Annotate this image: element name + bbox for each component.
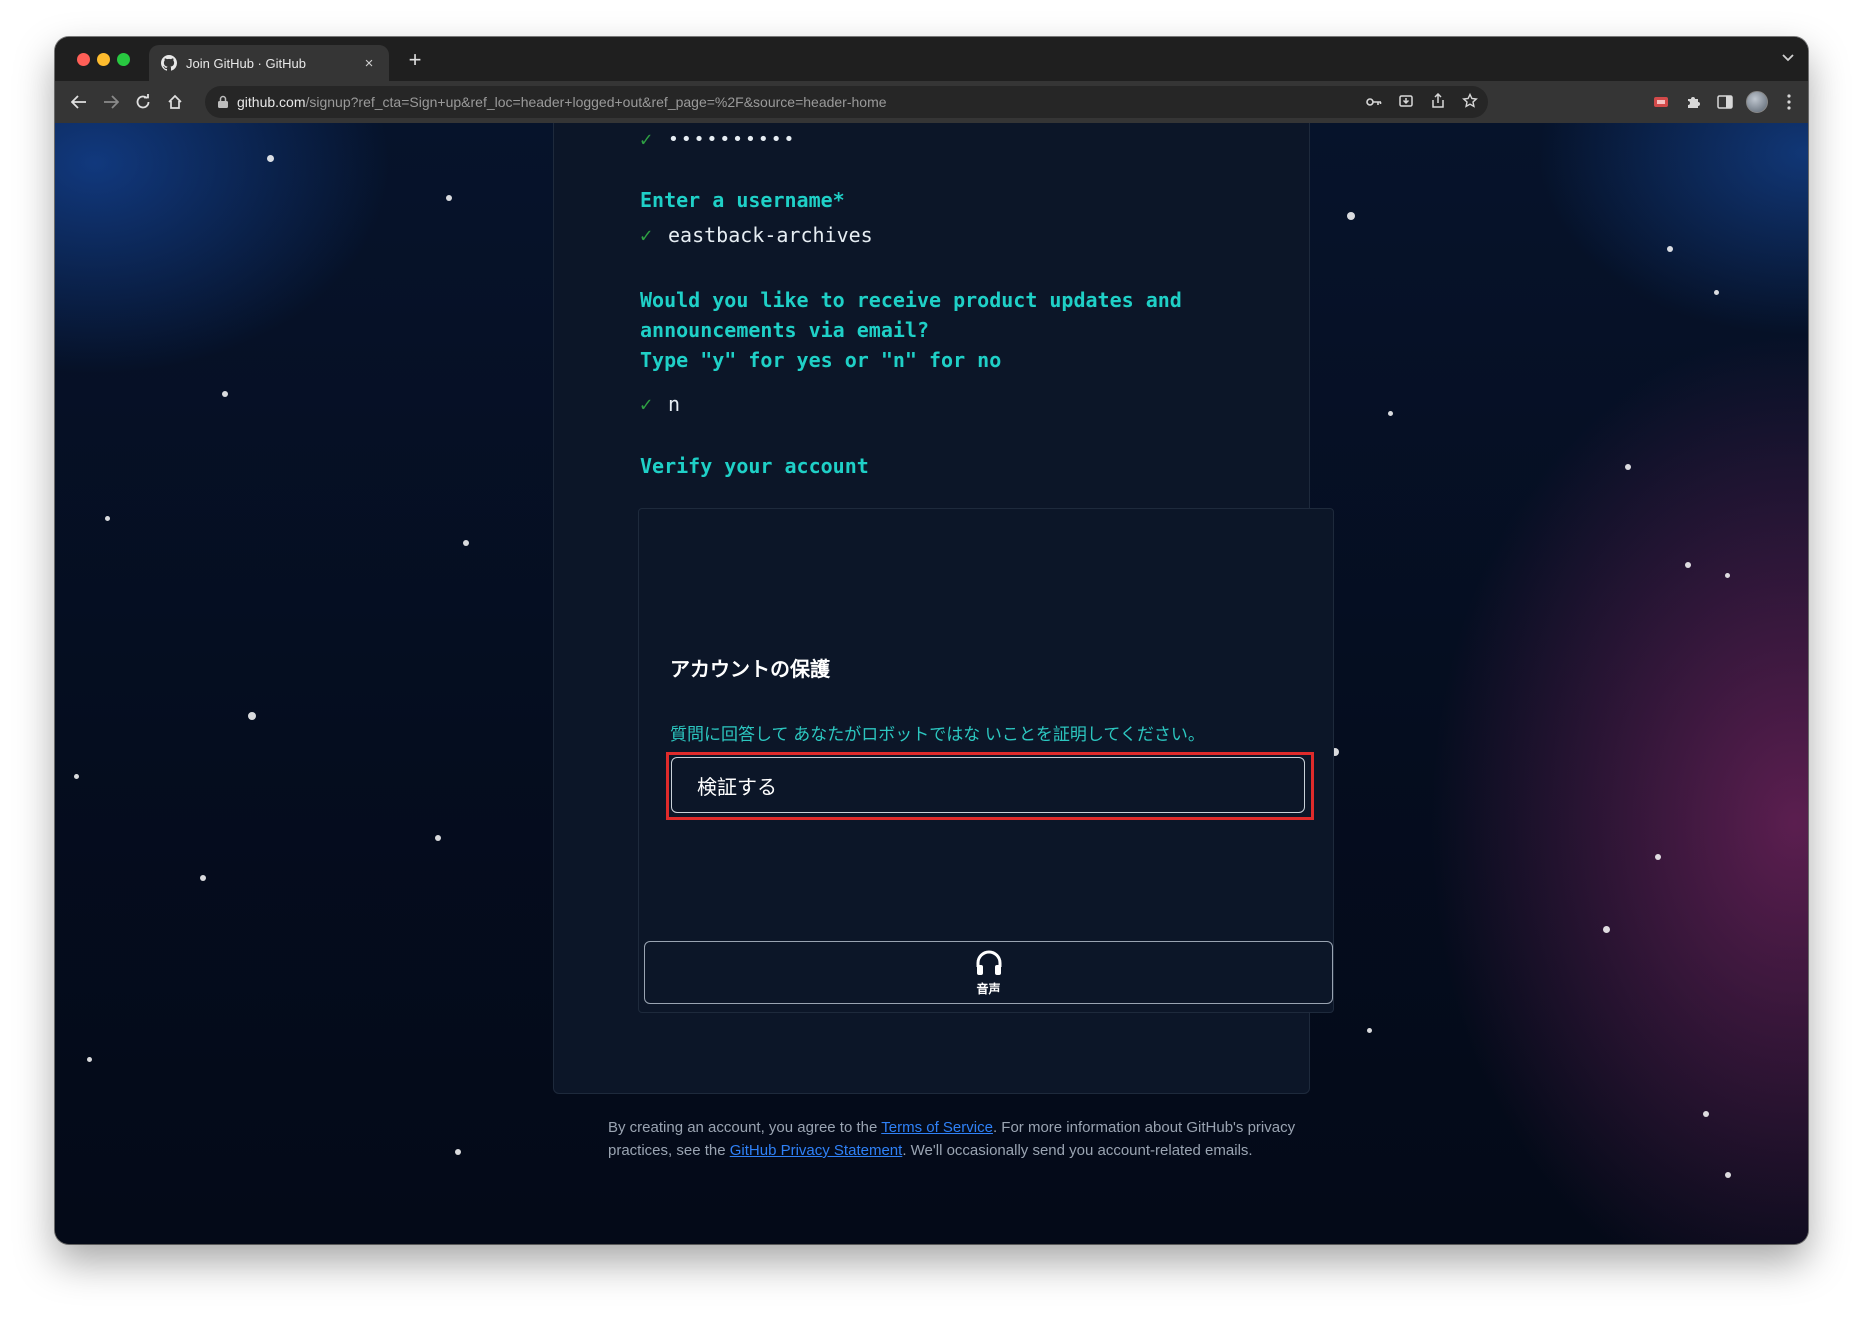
- browser-toolbar: github.com /signup?ref_cta=Sign+up&ref_l…: [55, 81, 1808, 123]
- maximize-window-button[interactable]: [117, 53, 130, 66]
- email-prompt-line-1: Would you like to receive product update…: [640, 288, 1182, 312]
- check-icon: ✓: [640, 223, 653, 247]
- tab-github-signup[interactable]: Join GitHub · GitHub ×: [149, 45, 389, 81]
- bookmark-star-icon[interactable]: [1460, 92, 1480, 112]
- password-mask: ••••••••••: [668, 128, 797, 150]
- privacy-statement-link[interactable]: GitHub Privacy Statement: [730, 1142, 903, 1159]
- minimize-window-button[interactable]: [97, 53, 110, 66]
- share-icon[interactable]: [1428, 92, 1448, 112]
- audio-label: 音声: [976, 982, 1001, 996]
- terms-of-service-link[interactable]: Terms of Service: [881, 1119, 993, 1136]
- tab-strip: Join GitHub · GitHub × +: [55, 37, 1808, 81]
- email-value: n: [668, 392, 681, 416]
- footer-text-start: By creating an account, you agree to the: [608, 1119, 882, 1136]
- email-answer: ✓ n: [640, 389, 680, 419]
- extension-icon[interactable]: [1650, 91, 1672, 113]
- tab-close-icon[interactable]: ×: [361, 55, 377, 72]
- forward-arrow-icon[interactable]: [97, 88, 125, 116]
- github-icon: [161, 55, 177, 71]
- omnibox-actions: [1364, 86, 1480, 118]
- tab-title: Join GitHub · GitHub: [186, 55, 306, 71]
- password-answer: ✓ ••••••••••: [640, 125, 796, 153]
- email-prompt-line-3: Type "y" for yes or "n" for no: [640, 348, 1002, 372]
- address-bar[interactable]: github.com /signup?ref_cta=Sign+up&ref_l…: [205, 86, 1488, 118]
- close-window-button[interactable]: [77, 53, 90, 66]
- verify-button[interactable]: 検証する: [671, 757, 1305, 813]
- captcha-title: アカウントの保護: [670, 659, 830, 681]
- verify-prompt: Verify your account: [640, 454, 869, 478]
- url-path: /signup?ref_cta=Sign+up&ref_loc=header+l…: [305, 94, 887, 110]
- audio-captcha-button[interactable]: 音声: [644, 941, 1333, 1004]
- lock-icon: [218, 95, 228, 108]
- side-panel-icon[interactable]: [1714, 91, 1736, 113]
- check-icon: ✓: [640, 127, 653, 151]
- username-answer: ✓ eastback-archives: [640, 220, 873, 250]
- terms-footer: By creating an account, you agree to the…: [608, 1116, 1353, 1162]
- tab-search-chevron-icon[interactable]: [1782, 49, 1794, 65]
- profile-avatar[interactable]: [1746, 91, 1768, 113]
- reload-icon[interactable]: [129, 88, 157, 116]
- headphones-icon: [976, 950, 1001, 975]
- email-prompt-line-2: announcements via email?: [640, 318, 929, 342]
- install-app-icon[interactable]: [1396, 93, 1416, 112]
- home-icon[interactable]: [161, 88, 189, 116]
- extension-area: [1650, 86, 1800, 118]
- puzzle-icon[interactable]: [1682, 91, 1704, 113]
- check-icon: ✓: [640, 392, 653, 416]
- username-prompt: Enter a username*: [640, 188, 845, 212]
- back-arrow-icon[interactable]: [65, 88, 93, 116]
- url-host: github.com: [237, 94, 306, 110]
- footer-text-end: . We'll occasionally send you account-re…: [902, 1142, 1253, 1159]
- username-value: eastback-archives: [668, 223, 873, 247]
- more-menu-icon[interactable]: [1778, 91, 1800, 113]
- browser-window: Join GitHub · GitHub × + github.com /sig: [55, 37, 1808, 1244]
- key-icon[interactable]: [1364, 94, 1384, 110]
- captcha-description: 質問に回答して あなたがロボットではな いことを証明してください。: [670, 725, 1205, 744]
- new-tab-button[interactable]: +: [403, 47, 427, 73]
